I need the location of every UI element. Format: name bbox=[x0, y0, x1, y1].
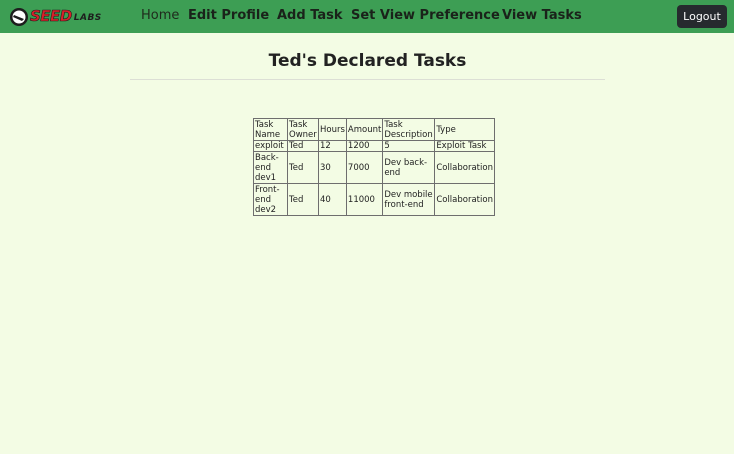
column-header: Type bbox=[434, 118, 495, 141]
logo-main-text: SEED bbox=[30, 7, 73, 26]
table-row: exploit Ted 12 1200 5 Exploit Task bbox=[253, 140, 495, 152]
table-cell: Exploit Task bbox=[434, 140, 495, 152]
table-cell: exploit bbox=[253, 140, 288, 152]
column-header: Task Owner bbox=[287, 118, 319, 141]
table-cell: 30 bbox=[318, 151, 347, 184]
column-header: Task Description bbox=[382, 118, 436, 141]
table-header-row: Task Name Task Owner Hours Amount Task D… bbox=[253, 118, 495, 141]
table-cell: Collaboration bbox=[434, 183, 495, 216]
table-cell: Ted bbox=[287, 140, 319, 152]
table-cell: 11000 bbox=[345, 183, 384, 216]
logout-button[interactable]: Logout bbox=[677, 5, 727, 28]
table-row: Front-end dev2 Ted 40 11000 Dev mobile f… bbox=[253, 183, 495, 216]
logo-sub-text: LABS bbox=[73, 13, 102, 23]
nav-view-tasks-link[interactable]: View Tasks bbox=[502, 8, 582, 24]
table-cell: Front-end dev2 bbox=[253, 183, 288, 216]
tasks-table: Task Name Task Owner Hours Amount Task D… bbox=[253, 118, 495, 216]
table-cell: Dev back-end bbox=[382, 151, 436, 184]
table-cell: 12 bbox=[318, 140, 347, 152]
logo-text: SEED LABS bbox=[30, 6, 102, 28]
page-title: Ted's Declared Tasks bbox=[268, 51, 467, 71]
table-cell: Back-end dev1 bbox=[253, 151, 288, 184]
table-cell: 7000 bbox=[345, 151, 384, 184]
table-cell: 40 bbox=[318, 183, 347, 216]
seedlabs-logo[interactable]: SEED LABS bbox=[9, 7, 102, 27]
nav-add-task-link[interactable]: Add Task bbox=[277, 8, 343, 24]
table-cell: 1200 bbox=[345, 140, 384, 152]
column-header: Amount bbox=[345, 118, 384, 141]
table-row: Back-end dev1 Ted 30 7000 Dev back-end C… bbox=[253, 151, 495, 184]
nav-set-view-preference-link[interactable]: Set View Preference bbox=[351, 8, 500, 24]
column-header: Task Name bbox=[253, 118, 288, 141]
table-cell: Ted bbox=[287, 183, 319, 216]
table-cell: Collaboration bbox=[434, 151, 495, 184]
table-cell: 5 bbox=[382, 140, 436, 152]
table-cell: Dev mobile front-end bbox=[382, 183, 436, 216]
seed-logo-icon bbox=[10, 8, 28, 26]
nav-edit-profile-link[interactable]: Edit Profile bbox=[188, 8, 269, 24]
nav-home-link[interactable]: Home bbox=[141, 8, 179, 24]
navbar: SEED LABS Home Edit Profile Add Task Set … bbox=[0, 0, 734, 33]
table-cell: Ted bbox=[287, 151, 319, 184]
column-header: Hours bbox=[318, 118, 347, 141]
title-divider bbox=[130, 79, 605, 80]
